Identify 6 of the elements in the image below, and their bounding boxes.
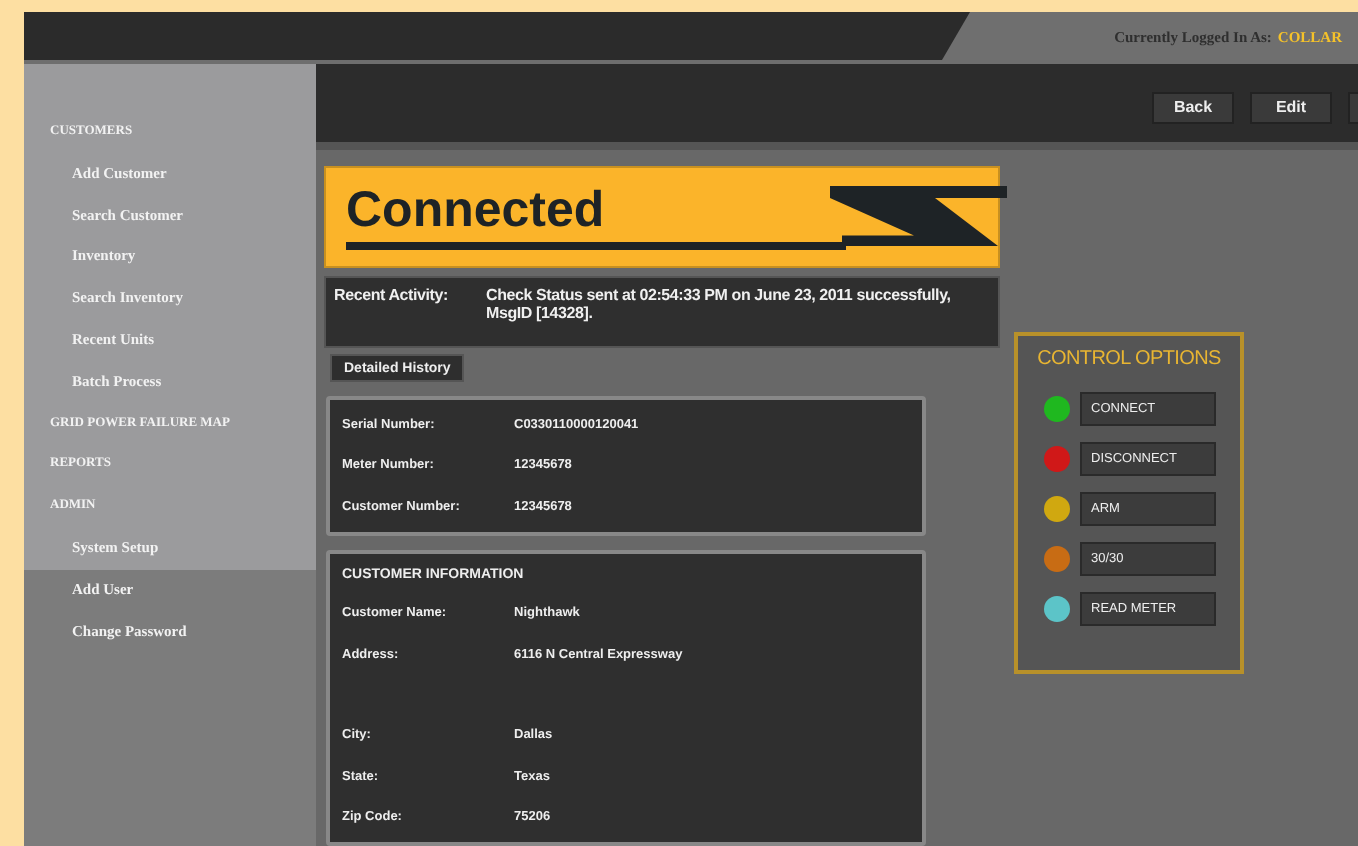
toolbar-button[interactable]: Back <box>1152 91 1234 124</box>
toolbar-button[interactable]: Edit <box>1250 91 1332 124</box>
status-title: Connected <box>346 184 607 240</box>
activity-label: Recent Activity: <box>334 285 450 308</box>
activity-message: Check Status sent at 02:54:33 PM on June 23, 2011 successfully, MsgID [14328]. <box>486 285 953 327</box>
panel-title: CONTROL OPTIONS <box>1037 348 1221 373</box>
